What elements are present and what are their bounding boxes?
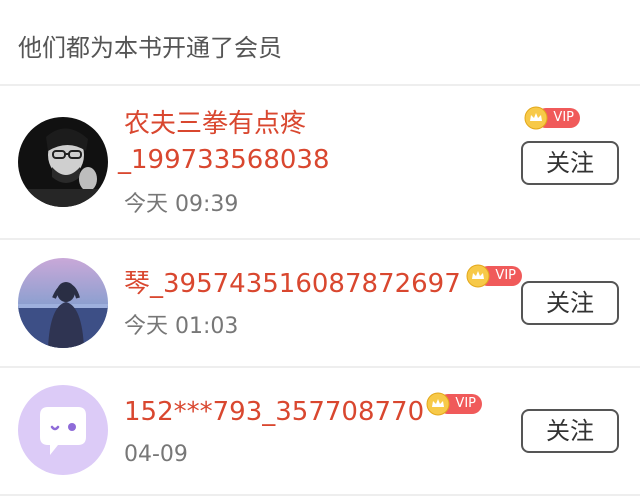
crown-icon (426, 392, 450, 416)
follow-button[interactable]: 关注 (521, 409, 619, 453)
lakeside-photo-avatar-icon (18, 258, 108, 348)
member-row[interactable]: 琴_395743516087872697 VIP 今天 01:03 关注 (0, 240, 640, 366)
crown-icon (466, 264, 490, 288)
follow-button[interactable]: 关注 (521, 141, 619, 185)
vip-badge: VIP (466, 264, 524, 288)
dark-portrait-avatar-icon (18, 117, 108, 207)
vip-badge: VIP (426, 392, 484, 416)
member-row[interactable]: 农夫三拳有点疼 VIP _199733568038 今天 09:39 关注 (0, 86, 640, 238)
divider (0, 494, 640, 496)
member-name[interactable]: 152***793_357708770 (124, 394, 424, 430)
follow-button[interactable]: 关注 (521, 281, 619, 325)
member-time: 今天 09:39 (124, 192, 239, 217)
avatar[interactable] (18, 258, 108, 348)
member-name[interactable]: 琴_395743516087872697 (124, 266, 461, 302)
crown-icon (524, 106, 548, 130)
member-list-page: 他们都为本书开通了会员 农夫三拳有点疼 VIP _199733568038 今天… (0, 0, 640, 498)
member-name-line1[interactable]: 农夫三拳有点疼 (124, 106, 306, 142)
member-row[interactable]: 152***793_357708770 VIP 04-09 关注 (0, 368, 640, 496)
avatar[interactable] (18, 385, 108, 475)
chat-bubble-avatar-icon (18, 385, 108, 475)
member-name-line2[interactable]: _199733568038 (118, 142, 330, 178)
section-title: 他们都为本书开通了会员 (18, 34, 282, 62)
member-time: 04-09 (124, 442, 188, 467)
avatar[interactable] (18, 117, 108, 207)
member-time: 今天 01:03 (124, 314, 239, 339)
vip-badge: VIP (524, 106, 582, 130)
